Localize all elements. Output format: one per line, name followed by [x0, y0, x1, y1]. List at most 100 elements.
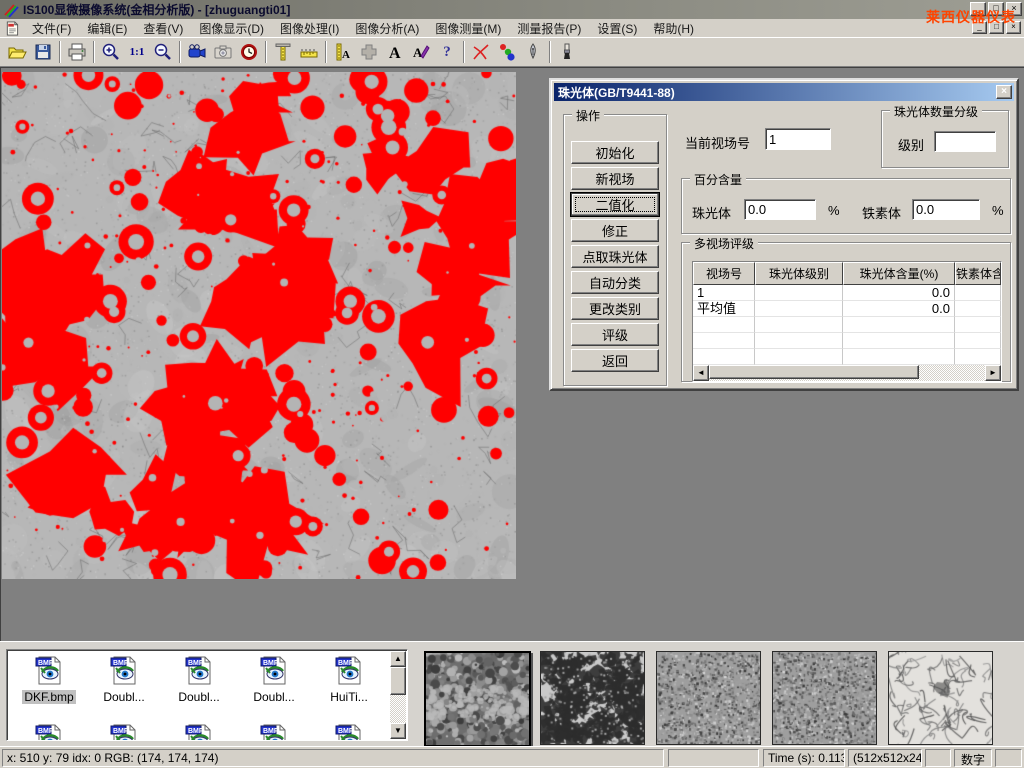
svg-text:BMP: BMP: [38, 660, 54, 667]
file-list[interactable]: BMP DKF.bmp BMP Doubl... BMP Doubl... BM…: [6, 649, 408, 741]
grading-table: 视场号 珠光体级别 珠光体含量(%) 铁素体含量(%) 1 0.0 平均值 0.…: [692, 261, 1002, 382]
document-icon[interactable]: [4, 21, 20, 36]
actual-size-button[interactable]: 1:1: [124, 39, 150, 65]
edit-text-icon: A: [411, 42, 431, 62]
video-capture-button[interactable]: [184, 39, 210, 65]
thumbnail-1[interactable]: [424, 651, 531, 747]
file-item[interactable]: BMP Doubl...: [238, 654, 310, 704]
curve-tool-button[interactable]: [468, 39, 494, 65]
thumbnail-4[interactable]: [772, 651, 877, 745]
col-pearlite-content[interactable]: 珠光体含量(%): [843, 262, 955, 285]
menu-image-display[interactable]: 图像显示(D): [191, 18, 272, 39]
open-folder-button[interactable]: [4, 39, 30, 65]
bmp-eye-icon: BMP: [33, 722, 65, 741]
cell-ferrite: [955, 301, 1001, 317]
change-class-button[interactable]: 更改类别: [571, 297, 659, 320]
pen-tool-button[interactable]: [520, 39, 546, 65]
ferrite-percent-input[interactable]: [912, 199, 980, 220]
new-field-button[interactable]: 新视场: [571, 167, 659, 190]
init-button[interactable]: 初始化: [571, 141, 659, 164]
dialog-close-button[interactable]: ×: [996, 85, 1012, 99]
current-field-input[interactable]: [765, 128, 831, 150]
auto-classify-button[interactable]: 自动分类: [571, 271, 659, 294]
thumbnail-5[interactable]: [888, 651, 993, 745]
file-name: Doubl...: [251, 690, 296, 704]
metallographic-image[interactable]: [2, 72, 516, 579]
menu-settings[interactable]: 设置(S): [589, 18, 645, 39]
col-field-no[interactable]: 视场号: [693, 262, 755, 285]
print-button[interactable]: [64, 39, 90, 65]
file-item[interactable]: BMP: [13, 722, 85, 741]
thumbnail-3[interactable]: [656, 651, 761, 745]
return-button[interactable]: 返回: [571, 349, 659, 372]
calibration-button[interactable]: A: [330, 39, 356, 65]
toolbar-separator: [463, 41, 465, 63]
scroll-up-icon[interactable]: ▲: [390, 651, 406, 667]
text-annotation-button[interactable]: A: [382, 39, 408, 65]
file-item[interactable]: BMP Doubl...: [88, 654, 160, 704]
col-pearlite-level[interactable]: 珠光体级别: [755, 262, 843, 285]
file-item[interactable]: BMP: [238, 722, 310, 741]
menu-image-processing[interactable]: 图像处理(I): [272, 18, 347, 39]
scroll-right-icon[interactable]: ►: [985, 365, 1001, 381]
scroll-down-icon[interactable]: ▼: [390, 723, 406, 739]
bmp-eye-icon: BMP: [333, 722, 365, 741]
pearlite-percent-input[interactable]: [744, 199, 816, 220]
snapshot-button[interactable]: [210, 39, 236, 65]
classify-button[interactable]: [494, 39, 520, 65]
file-item[interactable]: BMP DKF.bmp: [13, 654, 85, 704]
scroll-left-icon[interactable]: ◄: [693, 365, 709, 381]
edit-text-button[interactable]: A: [408, 39, 434, 65]
file-item[interactable]: BMP: [163, 722, 235, 741]
caliper-measure-button[interactable]: [270, 39, 296, 65]
menu-image-measure[interactable]: 图像测量(M): [427, 18, 509, 39]
menu-help[interactable]: 帮助(H): [645, 18, 702, 39]
pick-pearlite-button[interactable]: 点取珠光体: [571, 245, 659, 268]
file-item[interactable]: BMP: [88, 722, 160, 741]
open-folder-icon: [7, 42, 27, 62]
file-name: Doubl...: [176, 690, 221, 704]
grade-button[interactable]: 评级: [571, 323, 659, 346]
level-input[interactable]: [934, 131, 996, 152]
cell-pearlite: 0.0: [843, 301, 955, 317]
bmp-eye-icon: BMP: [258, 722, 290, 741]
menu-edit[interactable]: 编辑(E): [79, 18, 135, 39]
menu-file[interactable]: 文件(F): [24, 18, 79, 39]
col-ferrite-content[interactable]: 铁素体含量(%): [955, 262, 1001, 285]
scrollbar-thumb[interactable]: [709, 365, 919, 379]
file-name: Doubl...: [101, 690, 146, 704]
bmp-eye-icon: BMP: [108, 722, 140, 741]
percent-group-label: 百分含量: [690, 171, 746, 188]
file-item[interactable]: BMP HuiTi...: [313, 654, 385, 704]
help-button[interactable]: ?: [434, 39, 460, 65]
save-button[interactable]: [30, 39, 56, 65]
toolbar-separator: [179, 41, 181, 63]
grading-group: 珠光体数量分级 级别: [881, 110, 1009, 168]
zoom-in-button[interactable]: [98, 39, 124, 65]
scrollbar-thumb[interactable]: [390, 667, 406, 695]
menu-measure-report[interactable]: 测量报告(P): [509, 18, 589, 39]
multifield-group: 多视场评级 视场号 珠光体级别 珠光体含量(%) 铁素体含量(%) 1 0.0 …: [681, 242, 1011, 382]
dialog-title-bar[interactable]: 珠光体(GB/T9441-88) ×: [554, 83, 1014, 101]
zoom-out-icon: [153, 42, 173, 62]
ruler-measure-button[interactable]: [296, 39, 322, 65]
window-title: IS100显微摄像系统(金相分析版) - [zhuguangti01]: [23, 1, 290, 18]
svg-text:BMP: BMP: [263, 660, 279, 667]
binarize-button[interactable]: 二值化: [571, 193, 659, 216]
current-field-label: 当前视场号: [685, 133, 750, 152]
brush-tool-button[interactable]: [554, 39, 580, 65]
table-horizontal-scrollbar[interactable]: ◄ ►: [693, 365, 1001, 381]
correct-button[interactable]: 修正: [571, 219, 659, 242]
file-item[interactable]: BMP: [313, 722, 385, 741]
zoom-out-button[interactable]: [150, 39, 176, 65]
table-row[interactable]: 1 0.0: [693, 285, 1001, 301]
thumbnail-2[interactable]: [540, 651, 645, 745]
file-list-scrollbar[interactable]: ▲ ▼: [390, 651, 406, 739]
file-item[interactable]: BMP Doubl...: [163, 654, 235, 704]
menu-image-analysis[interactable]: 图像分析(A): [347, 18, 427, 39]
menu-view[interactable]: 查看(V): [135, 18, 191, 39]
dialog-title: 珠光体(GB/T9441-88): [558, 84, 675, 101]
table-row[interactable]: 平均值 0.0: [693, 301, 1001, 317]
timer-button[interactable]: [236, 39, 262, 65]
grid-cross-button[interactable]: [356, 39, 382, 65]
